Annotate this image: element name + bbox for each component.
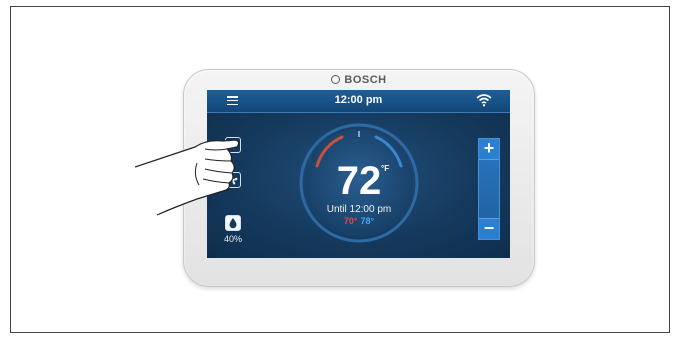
- cool-setpoint: 78°: [360, 216, 375, 226]
- heat-setpoint: 70°: [343, 216, 358, 226]
- temperature-adjust-bar: + −: [478, 138, 500, 240]
- brand-logo: BOSCH: [184, 74, 534, 86]
- setpoint-temperature: 72: [336, 159, 382, 203]
- wifi-icon: [476, 94, 492, 107]
- hold-until-text: Until 12:00 pm: [326, 204, 392, 215]
- clock-time: 12:00 pm: [334, 94, 383, 106]
- brand-name: BOSCH: [344, 74, 387, 86]
- bosch-logo-icon: [331, 75, 341, 84]
- decrease-temperature-button[interactable]: −: [479, 218, 499, 239]
- figure-frame: BOSCH 12:00 pm 40% 72 °F Until 12:00 pm …: [10, 6, 670, 333]
- humidity-button[interactable]: [225, 215, 241, 231]
- temperature-unit: °F: [381, 164, 390, 173]
- top-bar: 12:00 pm: [207, 90, 510, 113]
- pointing-hand-illustration: [135, 139, 240, 216]
- increase-temperature-button[interactable]: +: [479, 139, 499, 160]
- humidity-value: 40%: [223, 234, 242, 244]
- water-drop-icon: [229, 218, 237, 229]
- setpoint-range: 70° 78°: [297, 216, 421, 226]
- temperature-dial[interactable]: 72 °F Until 12:00 pm 70° 78°: [297, 121, 421, 245]
